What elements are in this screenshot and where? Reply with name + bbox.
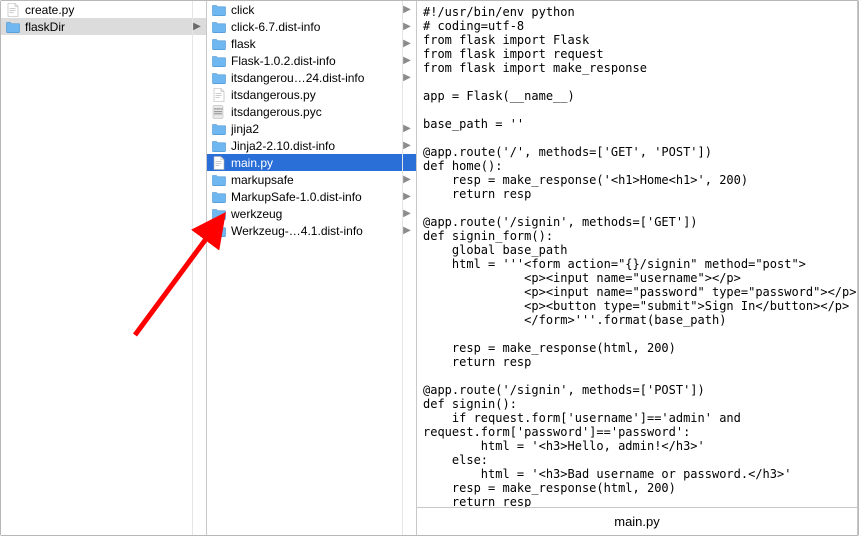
item-label: flask bbox=[231, 37, 402, 51]
item-label: click bbox=[231, 3, 402, 17]
scrollbar[interactable] bbox=[192, 1, 206, 535]
folder-icon bbox=[5, 19, 21, 35]
folder-icon bbox=[211, 138, 227, 154]
preview-filename-bar: main.py bbox=[417, 507, 857, 535]
folder-icon bbox=[211, 36, 227, 52]
list-item[interactable]: Werkzeug-…4.1.dist-info▶ bbox=[207, 222, 416, 239]
list-item[interactable]: MarkupSafe-1.0.dist-info▶ bbox=[207, 188, 416, 205]
list-item[interactable]: create.py bbox=[1, 1, 206, 18]
folder-icon bbox=[211, 70, 227, 86]
preview-filename: main.py bbox=[614, 514, 660, 529]
document-icon bbox=[211, 155, 227, 171]
item-label: flaskDir bbox=[25, 20, 192, 34]
folder-icon bbox=[211, 206, 227, 222]
finder-window: create.pyflaskDir▶ click▶click-6.7.dist-… bbox=[0, 0, 859, 536]
item-label: Jinja2-2.10.dist-info bbox=[231, 139, 402, 153]
list-item[interactable]: click▶ bbox=[207, 1, 416, 18]
list-item[interactable]: itsdangerous.py bbox=[207, 86, 416, 103]
list-item[interactable]: Jinja2-2.10.dist-info▶ bbox=[207, 137, 416, 154]
column-2: click▶click-6.7.dist-info▶flask▶Flask-1.… bbox=[207, 1, 417, 535]
file-preview[interactable]: #!/usr/bin/env python # coding=utf-8 fro… bbox=[417, 1, 857, 507]
scrollbar[interactable] bbox=[402, 1, 416, 535]
item-label: itsdangerous.py bbox=[231, 88, 412, 102]
svg-text:exec: exec bbox=[214, 106, 222, 111]
item-label: Flask-1.0.2.dist-info bbox=[231, 54, 402, 68]
list-item[interactable]: click-6.7.dist-info▶ bbox=[207, 18, 416, 35]
list-item[interactable]: werkzeug▶ bbox=[207, 205, 416, 222]
item-label: markupsafe bbox=[231, 173, 402, 187]
folder-icon bbox=[211, 189, 227, 205]
document-icon bbox=[211, 87, 227, 103]
column-1: create.pyflaskDir▶ bbox=[1, 1, 207, 535]
list-item[interactable]: flaskDir▶ bbox=[1, 18, 206, 35]
folder-icon bbox=[211, 2, 227, 18]
folder-icon bbox=[211, 223, 227, 239]
compiled-file-icon: exec bbox=[211, 104, 227, 120]
list-item[interactable]: main.py bbox=[207, 154, 416, 171]
item-label: werkzeug bbox=[231, 207, 402, 221]
folder-icon bbox=[211, 172, 227, 188]
item-label: itsdangerou…24.dist-info bbox=[231, 71, 402, 85]
item-label: main.py bbox=[231, 156, 412, 170]
preview-column: #!/usr/bin/env python # coding=utf-8 fro… bbox=[417, 1, 858, 535]
item-label: itsdangerous.pyc bbox=[231, 105, 412, 119]
list-item[interactable]: markupsafe▶ bbox=[207, 171, 416, 188]
folder-icon bbox=[211, 19, 227, 35]
folder-icon bbox=[211, 53, 227, 69]
list-item[interactable]: Flask-1.0.2.dist-info▶ bbox=[207, 52, 416, 69]
folder-icon bbox=[211, 121, 227, 137]
item-label: click-6.7.dist-info bbox=[231, 20, 402, 34]
list-item[interactable]: jinja2▶ bbox=[207, 120, 416, 137]
item-label: create.py bbox=[25, 3, 202, 17]
list-item[interactable]: exec itsdangerous.pyc bbox=[207, 103, 416, 120]
column-1-list: create.pyflaskDir▶ bbox=[1, 1, 206, 35]
item-label: Werkzeug-…4.1.dist-info bbox=[231, 224, 402, 238]
list-item[interactable]: flask▶ bbox=[207, 35, 416, 52]
item-label: MarkupSafe-1.0.dist-info bbox=[231, 190, 402, 204]
document-icon bbox=[5, 2, 21, 18]
item-label: jinja2 bbox=[231, 122, 402, 136]
file-contents: #!/usr/bin/env python # coding=utf-8 fro… bbox=[419, 3, 855, 507]
column-2-list: click▶click-6.7.dist-info▶flask▶Flask-1.… bbox=[207, 1, 416, 239]
list-item[interactable]: itsdangerou…24.dist-info▶ bbox=[207, 69, 416, 86]
